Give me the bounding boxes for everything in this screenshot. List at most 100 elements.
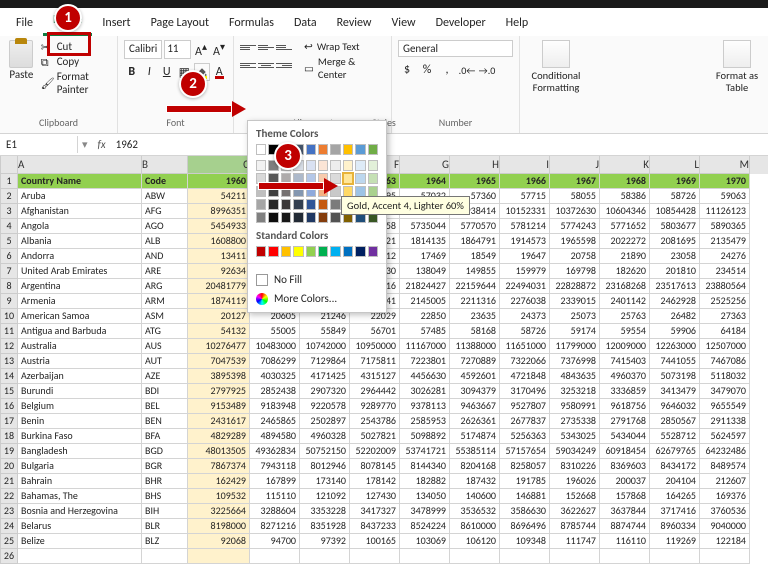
- cell[interactable]: 58055: [550, 189, 600, 204]
- cell[interactable]: 5343025: [550, 429, 600, 444]
- cell[interactable]: 11799000: [550, 339, 600, 354]
- cell[interactable]: 4171425: [300, 369, 350, 384]
- cell[interactable]: 19647: [500, 249, 550, 264]
- row-header[interactable]: 16: [0, 399, 18, 414]
- row-header[interactable]: 24: [0, 519, 18, 534]
- cell[interactable]: 50752150: [300, 444, 350, 459]
- font-color-button[interactable]: A: [212, 63, 228, 81]
- cell[interactable]: 5434044: [600, 429, 650, 444]
- cell[interactable]: 134050: [400, 489, 450, 504]
- cell[interactable]: 59063: [700, 189, 750, 204]
- cell[interactable]: 196026: [550, 474, 600, 489]
- cell[interactable]: 58386: [600, 189, 650, 204]
- cell[interactable]: 49362834: [250, 444, 300, 459]
- cell[interactable]: 2462928: [650, 294, 700, 309]
- percent-button[interactable]: %: [418, 61, 436, 79]
- cell[interactable]: 3353228: [300, 504, 350, 519]
- cell[interactable]: 4592601: [450, 369, 500, 384]
- copy-button[interactable]: ⧉Copy: [41, 55, 111, 68]
- no-fill-option[interactable]: No Fill: [256, 270, 378, 289]
- cell[interactable]: BLZ: [142, 534, 188, 549]
- color-swatch[interactable]: [281, 246, 291, 257]
- cell[interactable]: 92068: [188, 534, 250, 549]
- fx-icon[interactable]: fx: [92, 138, 112, 151]
- cell[interactable]: 9289770: [350, 399, 400, 414]
- cell[interactable]: BHR: [142, 474, 188, 489]
- cell[interactable]: 2081695: [650, 234, 700, 249]
- cell[interactable]: BHS: [142, 489, 188, 504]
- color-swatch[interactable]: [293, 199, 303, 210]
- cell[interactable]: [650, 549, 700, 564]
- row-header[interactable]: 21: [0, 474, 18, 489]
- cell[interactable]: 164265: [650, 489, 700, 504]
- font-size-select[interactable]: 11: [164, 40, 191, 59]
- cell[interactable]: 9527807: [500, 399, 550, 414]
- menu-insert[interactable]: Insert: [92, 12, 140, 36]
- cell[interactable]: 1968: [600, 174, 650, 189]
- cell[interactable]: 23880564: [700, 279, 750, 294]
- bold-button[interactable]: B: [124, 63, 140, 81]
- cell[interactable]: 4960370: [600, 369, 650, 384]
- cell[interactable]: 204104: [650, 474, 700, 489]
- column-header[interactable]: C: [188, 156, 250, 174]
- cell[interactable]: 2145005: [400, 294, 450, 309]
- cell[interactable]: 159979: [500, 264, 550, 279]
- color-swatch[interactable]: [343, 246, 353, 257]
- cell[interactable]: 5774243: [550, 219, 600, 234]
- cell[interactable]: 169376: [700, 489, 750, 504]
- cell[interactable]: Armenia: [18, 294, 142, 309]
- cell[interactable]: 1966: [500, 174, 550, 189]
- cell[interactable]: 8874744: [600, 519, 650, 534]
- cell[interactable]: Australia: [18, 339, 142, 354]
- menu-view[interactable]: View: [382, 12, 426, 36]
- cell[interactable]: 2135479: [700, 234, 750, 249]
- cell[interactable]: [350, 549, 400, 564]
- cell[interactable]: AND: [142, 249, 188, 264]
- color-swatch[interactable]: [256, 199, 266, 210]
- cell[interactable]: 10276477: [188, 339, 250, 354]
- cell[interactable]: 8610000: [450, 519, 500, 534]
- cell[interactable]: Azerbaijan: [18, 369, 142, 384]
- cell[interactable]: Bosnia and Herzegovina: [18, 504, 142, 519]
- cell[interactable]: Antigua and Barbuda: [18, 324, 142, 339]
- cell[interactable]: 11167000: [400, 339, 450, 354]
- column-header[interactable]: M: [700, 156, 750, 174]
- cell[interactable]: 7376998: [550, 354, 600, 369]
- cell[interactable]: 8258057: [500, 459, 550, 474]
- row-header[interactable]: 6: [0, 249, 18, 264]
- wrap-text-button[interactable]: ↩Wrap Text: [304, 40, 385, 53]
- cell[interactable]: 7047539: [188, 354, 250, 369]
- color-swatch[interactable]: [256, 246, 266, 257]
- cell[interactable]: United Arab Emirates: [18, 264, 142, 279]
- cell[interactable]: 5624597: [700, 429, 750, 444]
- cell[interactable]: 200037: [600, 474, 650, 489]
- cell[interactable]: 1608800: [188, 234, 250, 249]
- cell[interactable]: 212607: [700, 474, 750, 489]
- cell[interactable]: 152668: [550, 489, 600, 504]
- cell[interactable]: Burundi: [18, 384, 142, 399]
- cell[interactable]: 7129864: [300, 354, 350, 369]
- cell[interactable]: 25073: [550, 309, 600, 324]
- color-swatch[interactable]: [268, 212, 278, 223]
- cell[interactable]: 3336859: [600, 384, 650, 399]
- cell[interactable]: 5528712: [650, 429, 700, 444]
- cell[interactable]: 2401142: [600, 294, 650, 309]
- cell[interactable]: Belize: [18, 534, 142, 549]
- cell[interactable]: [500, 549, 550, 564]
- cell[interactable]: 10152331: [500, 204, 550, 219]
- cell[interactable]: 1967: [550, 174, 600, 189]
- cell[interactable]: 4894580: [250, 429, 300, 444]
- cell[interactable]: 138049: [400, 264, 450, 279]
- cell[interactable]: 21824427: [400, 279, 450, 294]
- row-header[interactable]: 9: [0, 294, 18, 309]
- cell[interactable]: 3536532: [450, 504, 500, 519]
- cell[interactable]: 10372630: [550, 204, 600, 219]
- color-swatch[interactable]: [330, 160, 340, 171]
- cell[interactable]: 182620: [600, 264, 650, 279]
- color-swatch[interactable]: [368, 144, 378, 155]
- cell[interactable]: 62679765: [650, 444, 700, 459]
- cell[interactable]: 8144340: [400, 459, 450, 474]
- merge-center-button[interactable]: ▭Merge & Center: [304, 55, 385, 81]
- cell[interactable]: 2339015: [550, 294, 600, 309]
- cell[interactable]: Afghanistan: [18, 204, 142, 219]
